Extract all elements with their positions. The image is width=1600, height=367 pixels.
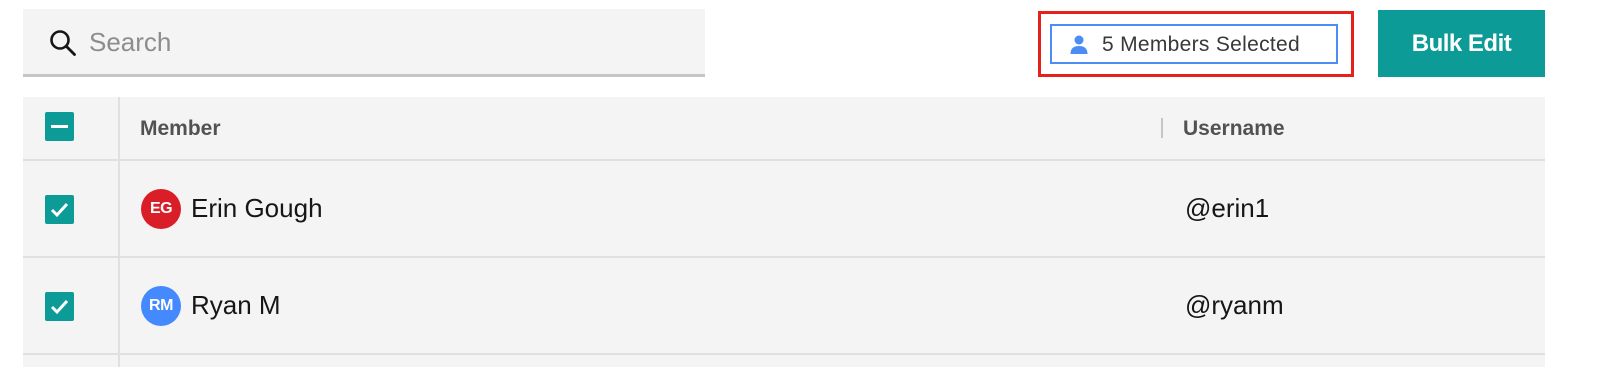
column-header-username[interactable]: Username: [1183, 117, 1285, 141]
person-icon: [1070, 35, 1088, 54]
search-bar[interactable]: [23, 9, 705, 77]
select-all-checkbox[interactable]: [45, 112, 74, 141]
table-row[interactable]: EG Erin Gough @erin1: [23, 161, 1545, 258]
members-selected-badge[interactable]: 5 Members Selected: [1050, 24, 1338, 64]
members-table: Member Username EG Erin Gough @erin1 RM …: [23, 97, 1545, 367]
search-icon: [50, 30, 76, 56]
member-username: @erin1: [1185, 193, 1270, 223]
column-divider[interactable]: [1161, 118, 1163, 138]
checkmark-icon: [50, 299, 69, 315]
members-selected-label: 5 Members Selected: [1102, 33, 1300, 56]
table-row[interactable]: RM Ryan M @ryanm: [23, 258, 1545, 355]
table-row-partial: [23, 355, 1545, 367]
avatar: RM: [141, 286, 181, 326]
member-name: Ryan M: [191, 290, 281, 320]
row-select-cell: [23, 355, 120, 367]
bulk-edit-button[interactable]: Bulk Edit: [1378, 10, 1545, 77]
row-select-cell: [23, 258, 120, 353]
column-header-member[interactable]: Member: [140, 117, 221, 141]
checkmark-icon: [50, 202, 69, 218]
row-checkbox[interactable]: [45, 195, 74, 224]
member-username: @ryanm: [1185, 290, 1284, 320]
table-header-row: Member Username: [23, 97, 1545, 161]
select-all-cell: [23, 97, 120, 159]
indeterminate-icon: [51, 125, 68, 128]
row-checkbox[interactable]: [45, 292, 74, 321]
row-select-cell: [23, 161, 120, 256]
avatar: EG: [141, 189, 181, 229]
search-input[interactable]: [89, 9, 689, 75]
member-name: Erin Gough: [191, 193, 323, 223]
